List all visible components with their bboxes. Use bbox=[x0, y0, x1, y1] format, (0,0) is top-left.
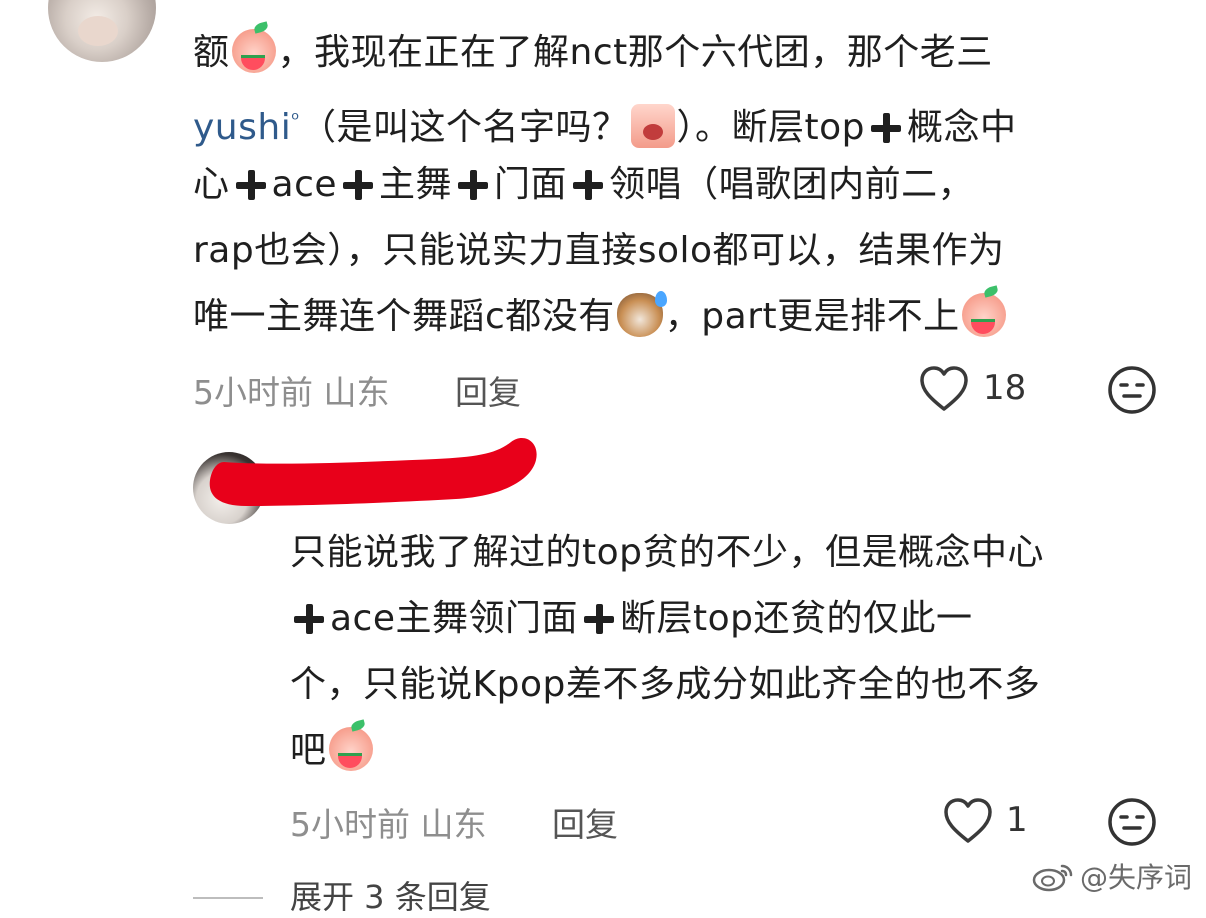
comment-text-segment: 心 bbox=[193, 164, 230, 205]
comment-text-segment: ace bbox=[271, 164, 338, 205]
plus-icon bbox=[343, 170, 374, 200]
comment-text-segment: 额 bbox=[193, 32, 230, 73]
topic-link-yushi[interactable]: yushiᵒ bbox=[193, 107, 300, 148]
reply-button[interactable]: 回复 bbox=[455, 366, 521, 414]
avatar[interactable] bbox=[48, 0, 156, 62]
plus-icon bbox=[584, 604, 615, 634]
plus-icon bbox=[871, 113, 901, 143]
watermark: @失序词 bbox=[1032, 856, 1192, 896]
search-icon: ᵒ bbox=[291, 107, 300, 131]
comment-text-segment: ）。断层top bbox=[676, 107, 865, 148]
crying-face-icon bbox=[630, 104, 675, 148]
plus-icon bbox=[573, 170, 604, 200]
comment-text-segment: 吧 bbox=[290, 730, 327, 771]
comment-text-segment: 个，只能说Kpop差不多成分如此齐全的也不多 bbox=[290, 664, 1041, 705]
reply-button[interactable]: 回复 bbox=[552, 798, 618, 846]
watermelon-face-icon bbox=[328, 727, 373, 771]
heart-icon[interactable] bbox=[918, 364, 970, 414]
timestamp: 5小时前 bbox=[193, 373, 313, 412]
like-count: 18 bbox=[983, 368, 1027, 408]
sweating-dog-icon bbox=[616, 291, 667, 337]
neutral-face-icon[interactable] bbox=[1106, 796, 1158, 848]
plus-icon bbox=[458, 170, 489, 200]
watermelon-face-icon bbox=[231, 29, 276, 73]
comment-text-segment: ace主舞领门面 bbox=[330, 598, 579, 639]
redaction-mark bbox=[209, 438, 537, 506]
watermelon-face-icon bbox=[961, 293, 1006, 337]
comment-text-segment: 只能说我了解过的top贫的不少，但是概念中心 bbox=[290, 532, 1044, 573]
neutral-face-icon[interactable] bbox=[1106, 364, 1158, 416]
comment-text-segment: 概念中 bbox=[907, 107, 1017, 148]
like-count: 1 bbox=[1006, 800, 1028, 840]
weibo-logo-icon bbox=[1032, 864, 1073, 892]
expand-replies-button[interactable]: 展开 3 条回复 bbox=[290, 872, 491, 918]
comment-text-segment: 断层top还贫的仅此一 bbox=[620, 598, 973, 639]
comment-text-segment: ，part更是排不上 bbox=[664, 296, 960, 337]
comment-text-segment: 门面 bbox=[494, 164, 568, 205]
comment-text-segment: 主舞 bbox=[379, 164, 453, 205]
comment-text: 额 ，我现在正在了解nct那个六代团，那个老三 yushiᵒ（是叫这个名字吗？ ）。… bbox=[193, 20, 1017, 350]
comment-meta: 5小时前 山东 bbox=[290, 798, 487, 846]
location: 山东 bbox=[420, 805, 487, 844]
comment-meta: 5小时前 山东 bbox=[193, 366, 390, 414]
divider bbox=[193, 897, 263, 899]
timestamp: 5小时前 bbox=[290, 805, 410, 844]
comment-text-segment: 唯一主舞连个舞蹈c都没有 bbox=[193, 296, 615, 337]
comment-text-segment: 领唱（唱歌团内前二， bbox=[609, 164, 975, 205]
location: 山东 bbox=[323, 373, 390, 412]
comment-text-segment: rap也会），只能说实力直接solo都可以，结果作为 bbox=[193, 230, 1005, 271]
plus-icon bbox=[235, 170, 266, 200]
heart-icon[interactable] bbox=[942, 796, 994, 846]
comment-text-segment: ，我现在正在了解nct那个六代团，那个老三 bbox=[277, 32, 993, 73]
plus-icon bbox=[294, 604, 324, 634]
watermark-text: @失序词 bbox=[1079, 861, 1192, 894]
comment-text-segment: （是叫这个名字吗？ bbox=[299, 107, 629, 148]
comment-text: 只能说我了解过的top贫的不少，但是概念中心 ace主舞领门面 断层top还贫的仅… bbox=[290, 520, 1044, 784]
